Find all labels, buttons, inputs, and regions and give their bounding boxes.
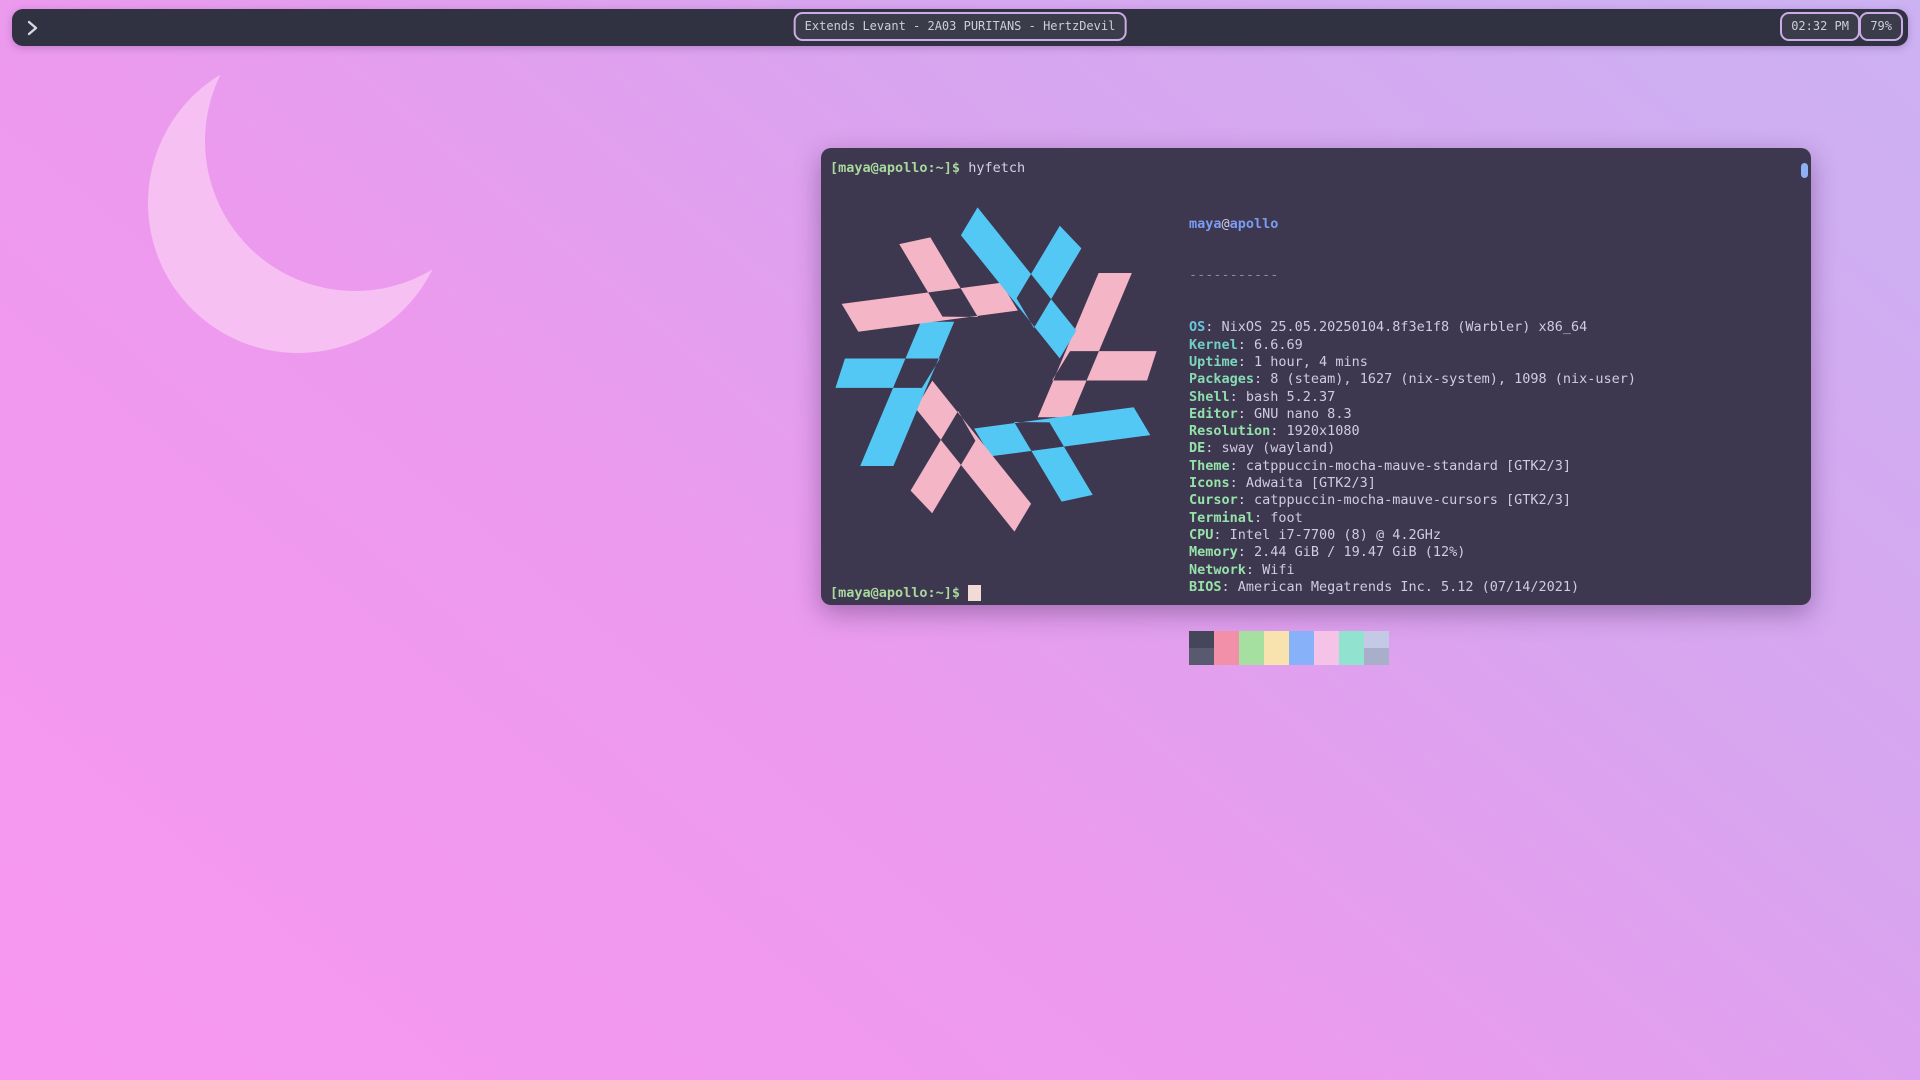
fetch-info-list: OS: NixOS 25.05.20250104.8f3e1f8 (Warble… — [1189, 319, 1636, 596]
palette-swatch — [1264, 648, 1289, 665]
fetch-username: maya — [1189, 216, 1222, 232]
fetch-info-value: : American Megatrends Inc. 5.12 (07/14/2… — [1222, 579, 1580, 595]
palette-swatch — [1189, 648, 1214, 665]
palette-row — [1189, 648, 1636, 665]
fetch-info-value: : catppuccin-mocha-mauve-standard [GTK2/… — [1230, 458, 1571, 474]
fetch-info-label: Uptime — [1189, 354, 1238, 370]
fetch-info-label: OS — [1189, 319, 1205, 335]
fetch-info-label: Editor — [1189, 406, 1238, 422]
fetch-info-label: Shell — [1189, 389, 1230, 405]
battery-text: 79% — [1870, 19, 1892, 33]
fetch-info-line: Cursor: catppuccin-mocha-mauve-cursors [… — [1189, 492, 1636, 509]
terminal-window[interactable]: [maya@apollo:~]$ hyfetch maya@apollo ---… — [821, 148, 1811, 605]
fetch-info-label: Theme — [1189, 458, 1230, 474]
palette-swatch — [1339, 648, 1364, 665]
crescent-moon — [118, 28, 538, 428]
palette-swatch — [1214, 631, 1239, 648]
fetch-info-value: : 1920x1080 — [1270, 423, 1359, 439]
fetch-info-label: Network — [1189, 562, 1246, 578]
palette-swatch — [1314, 648, 1339, 665]
fetch-info-line: Kernel: 6.6.69 — [1189, 337, 1636, 354]
fetch-info-value: : NixOS 25.05.20250104.8f3e1f8 (Warbler)… — [1205, 319, 1587, 335]
palette-swatch — [1189, 631, 1214, 648]
fetch-info-label: Resolution — [1189, 423, 1270, 439]
shell-prompt: [maya@apollo:~]$ — [830, 585, 960, 601]
fetch-info-line: Uptime: 1 hour, 4 mins — [1189, 354, 1636, 371]
media-title-pill[interactable]: Extends Levant - 2A03 PURITANS - HertzDe… — [794, 12, 1127, 41]
fetch-info-line: Terminal: foot — [1189, 510, 1636, 527]
fetch-info-line: Icons: Adwaita [GTK2/3] — [1189, 475, 1636, 492]
fetch-info-line: Editor: GNU nano 8.3 — [1189, 406, 1636, 423]
palette-swatch — [1289, 631, 1314, 648]
clock-text: 02:32 PM — [1791, 19, 1849, 33]
palette-row — [1189, 631, 1636, 648]
fetch-output: maya@apollo ----------- OS: NixOS 25.05.… — [1189, 181, 1636, 699]
shell-command-line: [maya@apollo:~]$ hyfetch — [830, 160, 1025, 177]
battery-pill[interactable]: 79% — [1859, 12, 1903, 41]
palette-swatch — [1339, 631, 1364, 648]
terminal-color-palette — [1189, 631, 1636, 665]
chevron-right-icon[interactable] — [26, 19, 40, 37]
palette-swatch — [1239, 648, 1264, 665]
fetch-info-label: BIOS — [1189, 579, 1222, 595]
fetch-info-value: : bash 5.2.37 — [1230, 389, 1336, 405]
top-bar: Extends Levant - 2A03 PURITANS - HertzDe… — [12, 9, 1908, 46]
fetch-info-line: CPU: Intel i7-7700 (8) @ 4.2GHz — [1189, 527, 1636, 544]
fetch-info-value: : sway (wayland) — [1205, 440, 1335, 456]
terminal-cursor — [968, 585, 981, 601]
fetch-info-value: : 2.44 GiB / 19.47 GiB (12%) — [1238, 544, 1466, 560]
fetch-info-value: : Wifi — [1246, 562, 1295, 578]
nixos-logo — [825, 204, 1167, 535]
fetch-info-label: DE — [1189, 440, 1205, 456]
palette-swatch — [1364, 648, 1389, 665]
palette-swatch — [1264, 631, 1289, 648]
fetch-info-line: OS: NixOS 25.05.20250104.8f3e1f8 (Warble… — [1189, 319, 1636, 336]
fetch-hostname: apollo — [1230, 216, 1279, 232]
fetch-info-value: : 8 (steam), 1627 (nix-system), 1098 (ni… — [1254, 371, 1636, 387]
fetch-info-value: : 1 hour, 4 mins — [1238, 354, 1368, 370]
fetch-info-label: Icons — [1189, 475, 1230, 491]
shell-prompt: [maya@apollo:~]$ — [830, 160, 960, 176]
palette-swatch — [1214, 648, 1239, 665]
fetch-info-value: : Intel i7-7700 (8) @ 4.2GHz — [1213, 527, 1441, 543]
fetch-info-line: BIOS: American Megatrends Inc. 5.12 (07/… — [1189, 579, 1636, 596]
fetch-info-label: CPU — [1189, 527, 1213, 543]
fetch-info-line: Theme: catppuccin-mocha-mauve-standard [… — [1189, 458, 1636, 475]
fetch-info-line: Shell: bash 5.2.37 — [1189, 389, 1636, 406]
fetch-info-label: Kernel — [1189, 337, 1238, 353]
fetch-title: maya@apollo — [1189, 216, 1636, 233]
palette-swatch — [1364, 631, 1389, 648]
fetch-info-label: Cursor — [1189, 492, 1238, 508]
palette-swatch — [1289, 648, 1314, 665]
typed-command: hyfetch — [968, 160, 1025, 176]
fetch-info-line: Packages: 8 (steam), 1627 (nix-system), … — [1189, 371, 1636, 388]
fetch-info-line: Memory: 2.44 GiB / 19.47 GiB (12%) — [1189, 544, 1636, 561]
fetch-info-line: Resolution: 1920x1080 — [1189, 423, 1636, 440]
fetch-info-value: : 6.6.69 — [1238, 337, 1303, 353]
palette-swatch — [1239, 631, 1264, 648]
clock-pill[interactable]: 02:32 PM — [1780, 12, 1860, 41]
fetch-underline: ----------- — [1189, 267, 1636, 284]
fetch-info-label: Memory — [1189, 544, 1238, 560]
media-title: Extends Levant - 2A03 PURITANS - HertzDe… — [805, 19, 1116, 33]
scrollbar-thumb[interactable] — [1801, 163, 1808, 178]
fetch-info-label: Packages — [1189, 371, 1254, 387]
fetch-info-value: : catppuccin-mocha-mauve-cursors [GTK2/3… — [1238, 492, 1571, 508]
fetch-info-label: Terminal — [1189, 510, 1254, 526]
fetch-info-value: : foot — [1254, 510, 1303, 526]
fetch-at-sign: @ — [1222, 216, 1230, 232]
fetch-info-line: Network: Wifi — [1189, 562, 1636, 579]
fetch-info-value: : Adwaita [GTK2/3] — [1230, 475, 1376, 491]
fetch-info-value: : GNU nano 8.3 — [1238, 406, 1352, 422]
shell-input-line[interactable]: [maya@apollo:~]$ — [830, 585, 981, 602]
fetch-info-line: DE: sway (wayland) — [1189, 440, 1636, 457]
palette-swatch — [1314, 631, 1339, 648]
